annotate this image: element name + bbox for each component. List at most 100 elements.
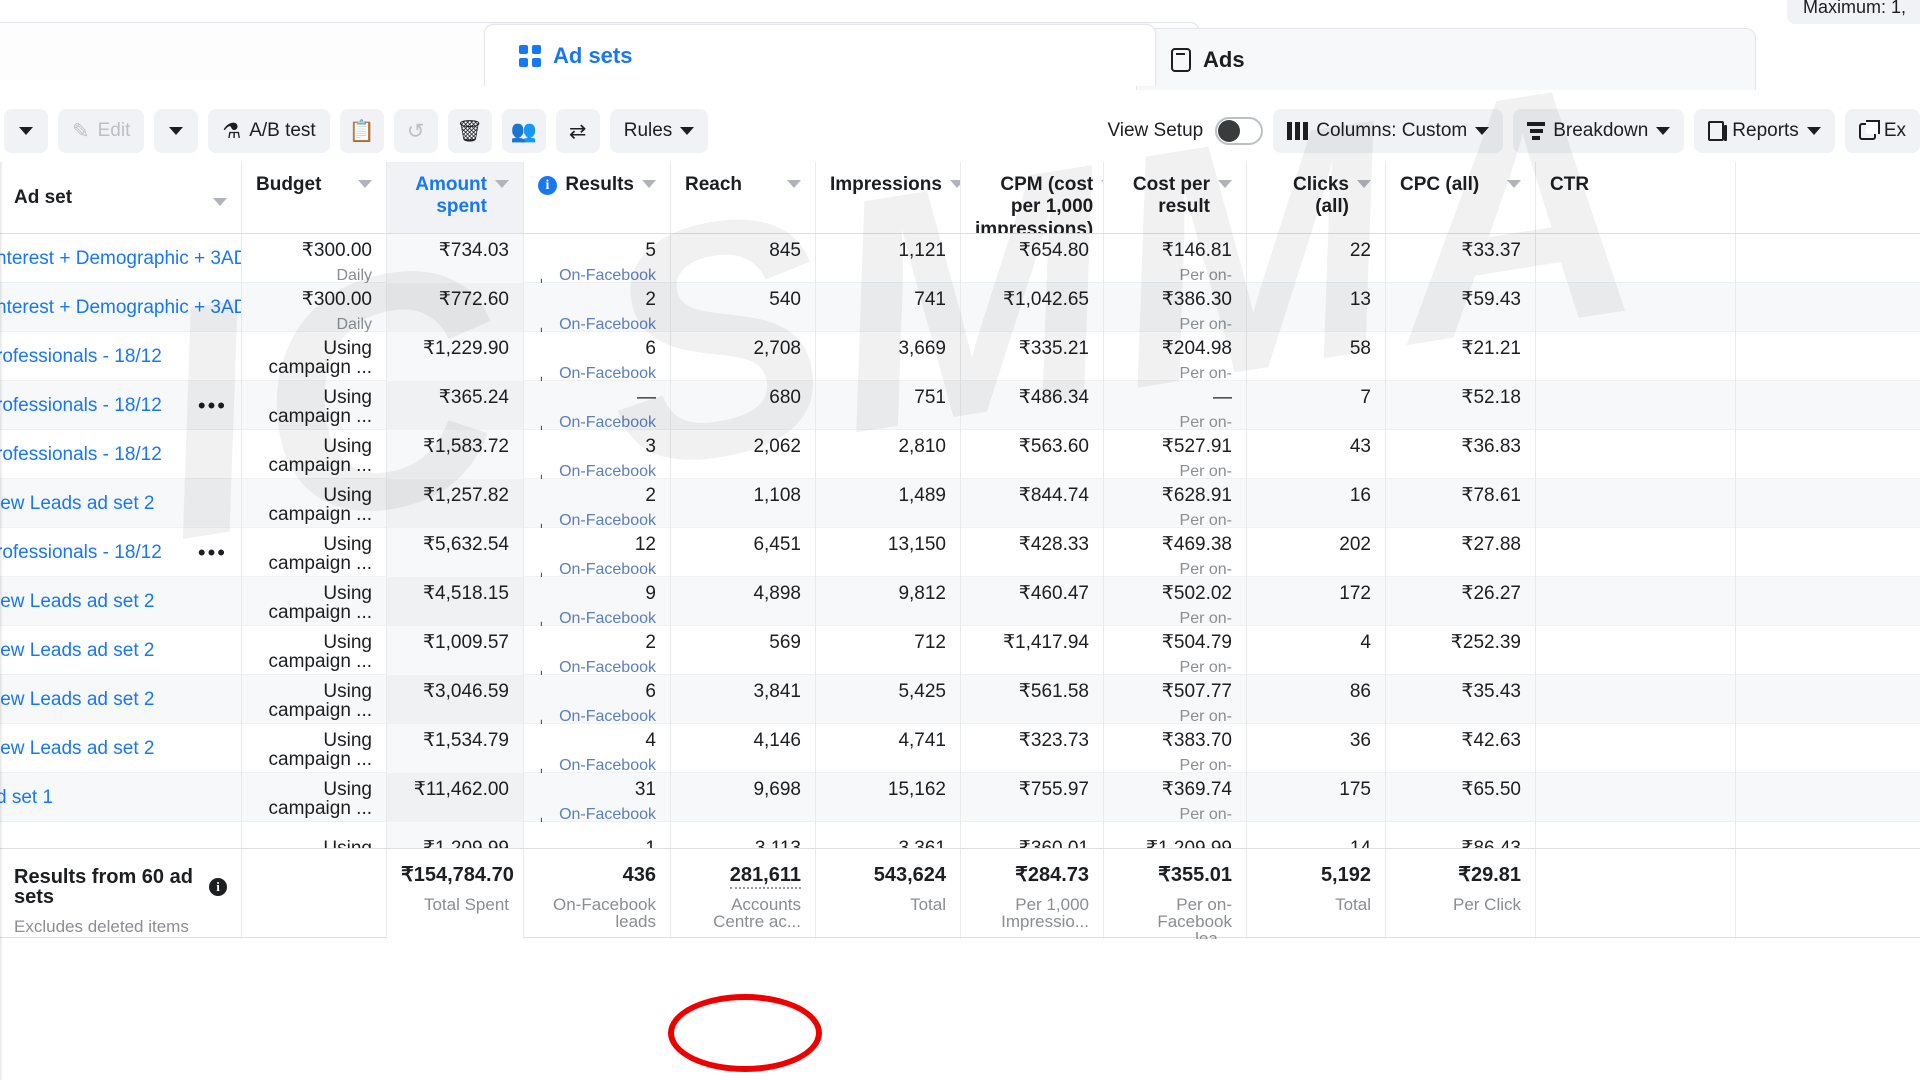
columns-button[interactable]: Columns: Custom	[1273, 109, 1504, 153]
table-row-partial[interactable]: Using campaign ₹1,209.99 1 3,113 3,361 ₹…	[0, 822, 1920, 848]
cell-adset[interactable]: d set 1	[0, 773, 242, 822]
results-type-label[interactable]: ⤓On-Facebook lead	[538, 407, 656, 431]
table-row[interactable]: rofessionals - 18/12 Using campaign ... ₹1…	[0, 332, 1920, 381]
export-button[interactable]: Ex	[1844, 109, 1920, 153]
view-setup-toggle[interactable]	[1215, 117, 1264, 145]
results-type-label[interactable]: ⤓On-Facebook leads	[538, 799, 656, 823]
rules-button[interactable]: Rules	[609, 109, 709, 153]
adset-name-link[interactable]: nterest + Demographic + 3AD	[0, 248, 241, 270]
cell-adset[interactable]: lew Leads ad set 2	[0, 626, 242, 675]
table-row[interactable]: d set 1 Using campaign ... ₹11,462.00 31⤓On…	[0, 773, 1920, 822]
cell-adset[interactable]: nterest + Demographic + 3AD	[0, 283, 242, 332]
chevron-down-icon[interactable]	[787, 180, 801, 188]
row-more-options-icon[interactable]: •••	[198, 541, 227, 564]
cell-adset[interactable]: rofessionals - 18/12 •••	[0, 528, 242, 577]
info-icon[interactable]: i	[209, 878, 227, 896]
ab-test-button[interactable]: ⚗ A/B test	[208, 109, 330, 153]
audience-button[interactable]: 👥	[501, 109, 546, 153]
row-more-options-icon[interactable]: •••	[198, 394, 227, 417]
results-type-label[interactable]: ⤓On-Facebook leads	[538, 750, 656, 774]
adset-name-link[interactable]: rofessionals - 18/12	[0, 346, 162, 368]
tab-ad-sets[interactable]: Ad sets	[484, 24, 1156, 86]
results-type-label[interactable]: ⤓On-Facebook leads	[538, 309, 656, 333]
results-type-label[interactable]: ⤓On-Facebook leads	[538, 652, 656, 676]
chevron-down-icon[interactable]	[1507, 180, 1521, 188]
column-header-budget[interactable]: Budget	[242, 162, 387, 233]
table-row[interactable]: rofessionals - 18/12 ••• Using campaign ..…	[0, 381, 1920, 430]
adset-name-link[interactable]: rofessionals - 18/12	[0, 395, 162, 417]
table-row[interactable]: nterest + Demographic + 3AD ₹300.00 Daily ₹…	[0, 234, 1920, 283]
column-header-cpc-all[interactable]: CPC (all)	[1386, 162, 1536, 233]
chevron-down-icon[interactable]	[949, 180, 960, 188]
cell-adset[interactable]: lew Leads ad set 2	[0, 724, 242, 773]
breakdown-button[interactable]: Breakdown	[1513, 109, 1685, 153]
edit-button[interactable]: ✎ Edit	[58, 109, 145, 153]
adset-name-link[interactable]: rofessionals - 18/12	[0, 542, 162, 564]
adset-name-link[interactable]: lew Leads ad set 2	[0, 738, 154, 760]
adset-name-link[interactable]: lew Leads ad set 2	[0, 591, 154, 613]
chevron-down-icon[interactable]	[1357, 180, 1371, 188]
cell-adset[interactable]: rofessionals - 18/12	[0, 332, 242, 381]
tab-ads[interactable]: Ads	[1136, 28, 1756, 90]
column-header-amount-spent[interactable]: Amount spent	[387, 162, 524, 233]
cell-adset[interactable]: lew Leads ad set 2	[0, 577, 242, 626]
chevron-down-icon[interactable]	[495, 180, 509, 188]
adset-name-link[interactable]: nterest + Demographic + 3AD	[0, 297, 241, 319]
cell-adset[interactable]: rofessionals - 18/12	[0, 430, 242, 479]
cell-adset[interactable]: rofessionals - 18/12 •••	[0, 381, 242, 430]
info-icon[interactable]: i	[538, 176, 557, 195]
results-type-label[interactable]: ⤓On-Facebook leads	[538, 456, 656, 480]
view-setup-toggle-group[interactable]: View Setup	[1107, 117, 1264, 145]
adset-name-link[interactable]: rofessionals - 18/12	[0, 444, 162, 466]
cell-adset[interactable]	[0, 822, 242, 848]
cell-adset[interactable]: lew Leads ad set 2	[0, 479, 242, 528]
table-row[interactable]: lew Leads ad set 2 Using campaign ... ₹1,2…	[0, 479, 1920, 528]
column-header-reach[interactable]: Reach	[671, 162, 816, 233]
table-row[interactable]: rofessionals - 18/12 ••• Using campaign ..…	[0, 528, 1920, 577]
results-type-label[interactable]: ⤓On-Facebook leads	[538, 554, 656, 578]
column-header-cost-per-result[interactable]: Cost per result	[1104, 162, 1247, 233]
tab-ads-label: Ads	[1203, 46, 1245, 72]
results-type-label[interactable]: ⤓On-Facebook leads	[538, 701, 656, 725]
results-type-label[interactable]: ⤓On-Facebook leads	[538, 603, 656, 627]
results-type-label[interactable]: ⤓On-Facebook leads	[538, 358, 656, 382]
adset-name-link[interactable]: lew Leads ad set 2	[0, 493, 154, 515]
cell-value: 58	[1349, 338, 1371, 359]
adset-name-link[interactable]: d set 1	[0, 787, 53, 809]
table-row[interactable]: lew Leads ad set 2 Using campaign ... ₹1,0…	[0, 626, 1920, 675]
edit-dropdown-button[interactable]	[154, 109, 199, 153]
table-row[interactable]: lew Leads ad set 2 Using campaign ... ₹4,5…	[0, 577, 1920, 626]
summary-sublabel: Total Spent	[423, 895, 509, 914]
chevron-down-icon[interactable]	[358, 180, 372, 188]
column-header-ctr[interactable]: CTR	[1536, 162, 1736, 233]
delete-button[interactable]: 🗑	[447, 109, 492, 153]
table-row[interactable]: lew Leads ad set 2 Using campaign ... ₹1,5…	[0, 724, 1920, 773]
chevron-down-icon[interactable]	[213, 197, 227, 206]
column-header-clicks-all[interactable]: Clicks (all)	[1247, 162, 1386, 233]
results-type-label[interactable]: ⤓On-Facebook leads	[538, 260, 656, 284]
column-header-impressions[interactable]: Impressions	[816, 162, 961, 233]
column-header-results[interactable]: i Results	[524, 162, 671, 233]
chevron-down-icon[interactable]	[1218, 180, 1232, 188]
chevron-down-icon[interactable]	[642, 180, 656, 188]
cell-adset[interactable]: lew Leads ad set 2	[0, 675, 242, 724]
column-header-adset[interactable]: Ad set	[0, 162, 242, 233]
revert-button[interactable]: ↺	[393, 109, 438, 153]
adset-name-link[interactable]: lew Leads ad set 2	[0, 640, 154, 662]
table-row[interactable]: lew Leads ad set 2 Using campaign ... ₹3,0…	[0, 675, 1920, 724]
cell-cpc: ₹78.61	[1386, 479, 1536, 528]
chevron-down-icon	[1656, 127, 1671, 135]
export-flow-button[interactable]: ⇄	[555, 109, 600, 153]
cell-clicks: 14	[1247, 822, 1386, 848]
cell-adset[interactable]: nterest + Demographic + 3AD	[0, 234, 242, 283]
table-row[interactable]: nterest + Demographic + 3AD ₹300.00 Daily ₹…	[0, 283, 1920, 332]
duplicate-button[interactable]: 📋	[339, 109, 384, 153]
select-dropdown-button[interactable]	[4, 109, 48, 153]
adset-name-link[interactable]: lew Leads ad set 2	[0, 689, 154, 711]
reports-button[interactable]: Reports	[1694, 109, 1835, 153]
results-type-label[interactable]: ⤓On-Facebook leads	[538, 505, 656, 529]
column-header-cpm[interactable]: CPM (cost per 1,000 impressions)	[961, 162, 1104, 233]
cell-cpm: ₹1,417.94	[961, 626, 1104, 675]
cell-value: 6	[645, 681, 656, 702]
table-row[interactable]: rofessionals - 18/12 Using campaign ... ₹1…	[0, 430, 1920, 479]
